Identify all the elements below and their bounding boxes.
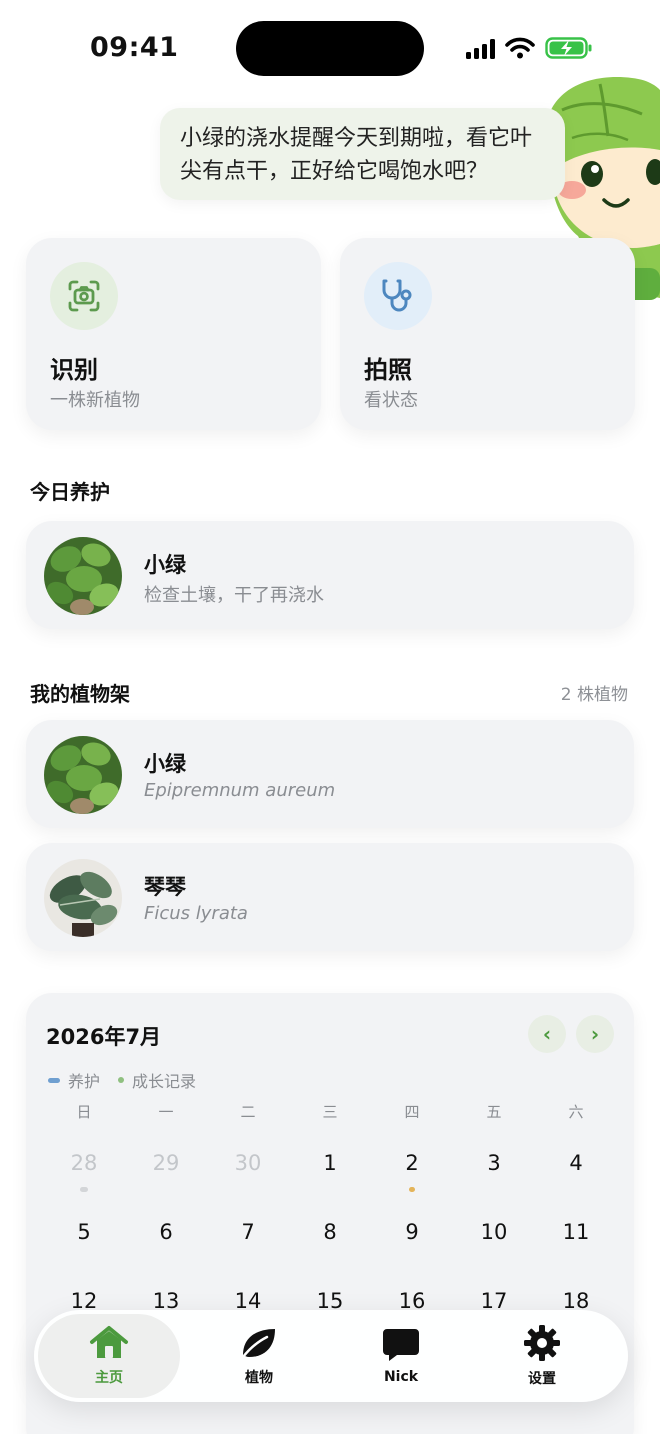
calendar-day[interactable]: 29	[125, 1125, 207, 1194]
tab-label: Nick	[383, 1369, 419, 1385]
photo-title: 拍照	[364, 356, 412, 384]
tab-label: 植物	[245, 1370, 273, 1386]
calendar-day[interactable]: 3	[453, 1125, 535, 1194]
tab-nick[interactable]: Nick	[330, 1314, 472, 1398]
stethoscope-icon	[364, 262, 432, 330]
plant-card-xiaolv[interactable]: 小绿 Epipremnum aureum	[26, 720, 634, 828]
calendar-week: 28 29 30 1 2 3 4	[43, 1125, 617, 1194]
calendar-day[interactable]: 11	[535, 1194, 617, 1263]
gear-icon	[524, 1325, 560, 1361]
tab-settings[interactable]: 设置	[471, 1314, 613, 1398]
weekday-label: 六	[568, 1103, 584, 1121]
today-care-heading: 今日养护	[30, 480, 110, 504]
legend-growth-log: 成长记录	[118, 1068, 196, 1092]
plant-latin-name: Epipremnum aureum	[144, 780, 336, 801]
camera-scan-icon	[50, 262, 118, 330]
plant-latin-name: Ficus lyrata	[144, 903, 248, 924]
calendar-next-button[interactable]: ›	[576, 1015, 614, 1053]
plant-avatar	[44, 859, 122, 937]
weekday-label: 日	[76, 1103, 92, 1121]
legend-care: 养护	[48, 1068, 100, 1092]
calendar-grid: 日 一 二 三 四 五 六 28 29 30 1 2 3 4 5 6 7 8 9…	[43, 1099, 617, 1332]
plant-count: 2 株植物	[560, 685, 628, 705]
calendar-day[interactable]: 10	[453, 1194, 535, 1263]
dynamic-island	[236, 21, 424, 76]
tab-label: 主页	[95, 1370, 123, 1386]
calendar-legend: 养护 成长记录	[48, 1068, 196, 1092]
home-icon	[90, 1326, 128, 1358]
mascot-speech-bubble: 小绿的浇水提醒今天到期啦，看它叶尖有点干，正好给它喝饱水吧？	[160, 108, 565, 200]
calendar-day[interactable]: 9	[371, 1194, 453, 1263]
tab-plants[interactable]: 植物	[188, 1314, 330, 1398]
photo-subtitle: 看状态	[364, 390, 418, 411]
weekday-label: 一	[158, 1103, 174, 1121]
cellular-signal-icon	[466, 37, 495, 59]
status-time: 09:41	[90, 32, 179, 63]
identify-plant-card[interactable]: 识别 一株新植物	[26, 238, 321, 430]
calendar-day[interactable]: 4	[535, 1125, 617, 1194]
wifi-icon	[505, 37, 535, 59]
plant-name: 琴琴	[144, 875, 186, 899]
calendar-day[interactable]: 7	[207, 1194, 289, 1263]
calendar-day[interactable]: 5	[43, 1194, 125, 1263]
calendar-week: 5 6 7 8 9 10 11	[43, 1194, 617, 1263]
calendar-day[interactable]: 8	[289, 1194, 371, 1263]
care-note: 检查土壤，干了再浇水	[144, 585, 324, 606]
photo-status-card[interactable]: 拍照 看状态	[340, 238, 635, 430]
tab-label: 设置	[528, 1371, 556, 1387]
tab-home[interactable]: 主页	[38, 1314, 180, 1398]
leaf-icon	[241, 1329, 275, 1359]
plant-avatar	[44, 736, 122, 814]
bottom-tab-bar: 主页 植物 Nick 设置	[34, 1310, 628, 1402]
calendar-day[interactable]: 1	[289, 1125, 371, 1194]
calendar-day[interactable]: 2	[371, 1125, 453, 1194]
weekday-header: 日 一 二 三 四 五 六	[43, 1099, 617, 1125]
weekday-label: 五	[486, 1103, 502, 1121]
identify-title: 识别	[50, 356, 98, 384]
calendar-month-title: 2026年7月	[46, 1025, 162, 1049]
plant-shelf-heading: 我的植物架	[30, 682, 130, 706]
calendar-prev-button[interactable]: ‹	[528, 1015, 566, 1053]
weekday-label: 二	[240, 1103, 256, 1121]
weekday-label: 四	[404, 1103, 420, 1121]
plant-name: 小绿	[144, 553, 186, 577]
plant-avatar	[44, 537, 122, 615]
calendar-day[interactable]: 30	[207, 1125, 289, 1194]
calendar-day[interactable]: 28	[43, 1125, 125, 1194]
plant-name: 小绿	[144, 752, 186, 776]
calendar-day[interactable]: 6	[125, 1194, 207, 1263]
chat-bubble-icon	[383, 1329, 419, 1361]
plant-card-qinqin[interactable]: 琴琴 Ficus lyrata	[26, 843, 634, 951]
identify-subtitle: 一株新植物	[50, 390, 140, 411]
weekday-label: 三	[322, 1103, 338, 1121]
today-care-item[interactable]: 小绿 检查土壤，干了再浇水	[26, 521, 634, 629]
